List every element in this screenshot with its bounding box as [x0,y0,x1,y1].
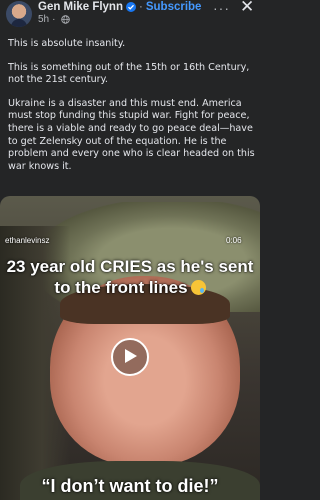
subscribe-button[interactable]: Subscribe [146,1,202,13]
video-uploader: ethanlevinsz [5,236,50,245]
globe-icon [61,15,71,24]
video-caption-bottom: “I don’t want to die!” [41,476,219,496]
post-paragraph: Ukraine is a disaster and this must end.… [8,97,255,172]
author-name[interactable]: Gen Mike Flynn [38,1,123,13]
author-line: Gen Mike Flynn · Subscribe [38,0,201,14]
post-text: This is absolute insanity. This is somet… [8,38,256,184]
video-player[interactable]: ethanlevinsz 0:06 23 year old CRIES as h… [0,196,260,500]
close-icon[interactable]: ✕ [240,0,254,17]
play-icon [125,349,137,363]
video-duration: 0:06 [226,236,242,245]
crying-face-icon [190,280,206,295]
post-meta: 5h · [38,14,71,25]
video-caption-top: 23 year old CRIES as he's sent to the fr… [0,256,260,298]
more-options-icon[interactable]: ··· [213,0,230,16]
post-header: Gen Mike Flynn · Subscribe 5h · ··· ✕ [0,0,260,30]
play-button[interactable] [111,338,149,376]
name-separator: · [139,1,143,13]
post-paragraph: This is something out of the 15th or 16t… [8,61,250,86]
post-time[interactable]: 5h [38,14,49,25]
author-avatar[interactable] [6,1,32,27]
time-separator: · [52,14,56,25]
post-paragraph: This is absolute insanity. [8,38,126,49]
verified-badge-icon [126,2,136,12]
caption-top-text: 23 year old CRIES as he's sent to the fr… [6,257,254,297]
